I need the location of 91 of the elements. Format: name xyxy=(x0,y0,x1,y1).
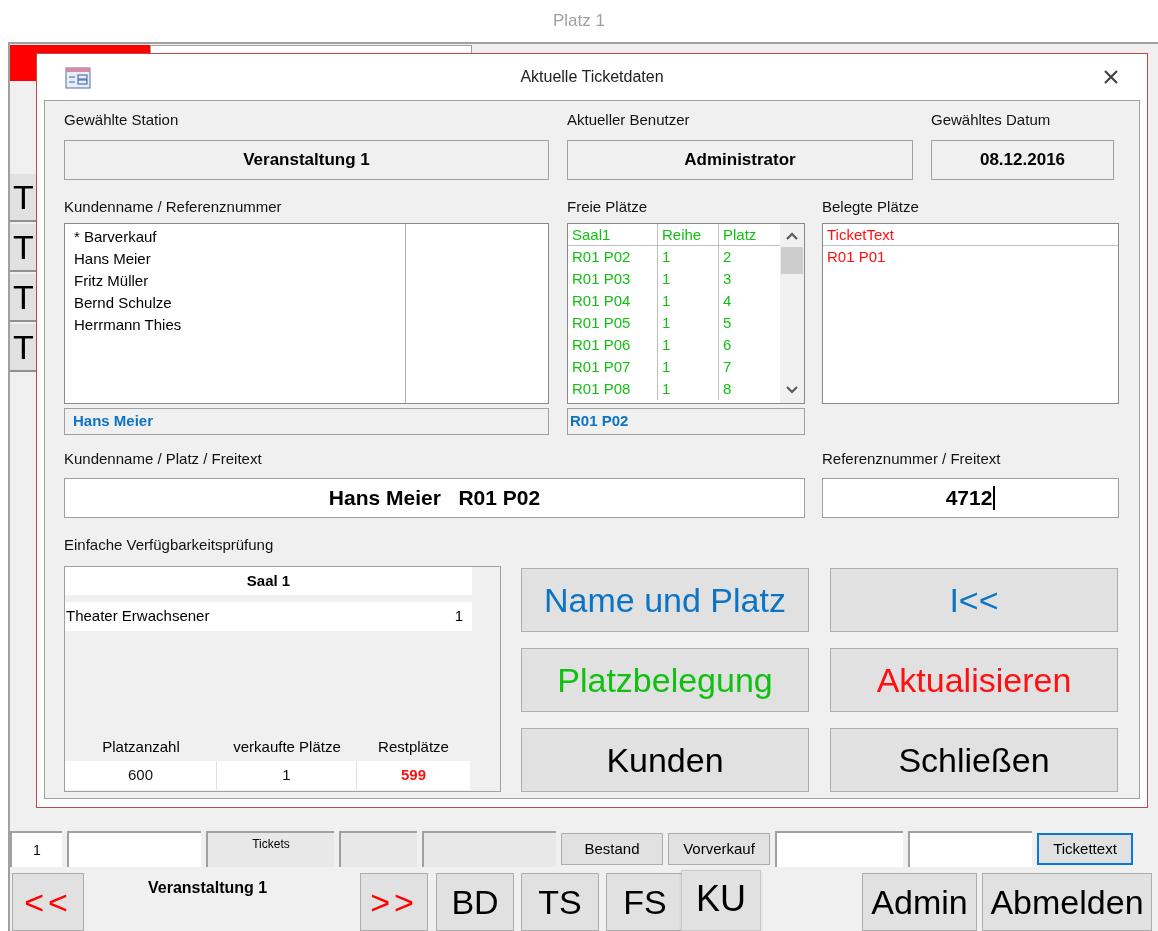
list-item[interactable]: Fritz Müller xyxy=(74,270,405,292)
column-header: TicketText xyxy=(826,225,894,245)
close-icon xyxy=(1103,69,1119,85)
column-header: Platzanzahl xyxy=(101,736,181,757)
scroll-up-icon[interactable] xyxy=(786,232,798,240)
side-button[interactable]: T xyxy=(10,174,37,222)
field-label: Gewählte Station xyxy=(64,110,180,130)
selection-display: Hans Meier xyxy=(64,408,549,435)
tab-button[interactable]: TS xyxy=(521,873,599,931)
seat-table[interactable]: TicketText R01 P01 xyxy=(822,223,1119,404)
field-label: Tickets xyxy=(206,831,334,867)
table-cell: 600 xyxy=(65,761,217,790)
table-cell: R01 P08 xyxy=(568,378,658,400)
table-cell: R01 P02 xyxy=(568,246,658,268)
field-label: Belegte Plätze xyxy=(822,197,920,217)
field-label: Kundenname / Referenznummer xyxy=(64,197,283,217)
tab-button[interactable]: BD xyxy=(436,873,514,931)
action-button[interactable]: Kunden xyxy=(521,728,809,792)
table-cell-text: 5 xyxy=(722,313,733,333)
column-header: Reihe xyxy=(658,224,719,245)
table-cell-text: 8 xyxy=(722,379,733,399)
value-display: Veranstaltung 1 xyxy=(64,140,549,180)
field-label: Kundenname / Platz / Freitext xyxy=(64,449,263,469)
text-cursor xyxy=(993,486,996,510)
table-cell: 599 xyxy=(357,761,470,790)
toolbar-button[interactable]: Bestand xyxy=(561,833,663,865)
scroll-down-icon[interactable] xyxy=(786,386,798,394)
field-label: Aktueller Benutzer xyxy=(567,110,691,130)
table-cell: 1 xyxy=(217,761,357,790)
name-field[interactable]: Hans Meier R01 P02 xyxy=(64,478,805,518)
input-field[interactable] xyxy=(775,831,903,867)
column-header: Platz xyxy=(722,225,758,245)
value-display: Administrator xyxy=(567,140,913,180)
table-cell: 1 xyxy=(658,356,719,378)
table-cell: 1 xyxy=(658,246,719,268)
table-cell-text: R01 P01 xyxy=(826,247,886,267)
table-cell: R01 P04 xyxy=(568,290,658,312)
table-cell: R01 P05 xyxy=(568,312,658,334)
event-label: Veranstaltung 1 xyxy=(148,878,269,898)
table-cell: 1 xyxy=(658,312,719,334)
side-button[interactable]: T xyxy=(10,224,37,272)
action-button[interactable]: Schließen xyxy=(830,728,1118,792)
field-label: Referenznummer / Freitext xyxy=(822,449,1002,469)
table-cell: 1 xyxy=(658,378,719,400)
table-cell: 1 xyxy=(658,290,719,312)
table-cell-text: 7 xyxy=(722,357,733,377)
table-cell-text: 3 xyxy=(722,269,733,289)
field-label: Einfache Verfügbarkeitsprüfung xyxy=(64,535,275,555)
scroll-bar[interactable] xyxy=(780,224,804,403)
tab-button[interactable]: KU xyxy=(681,870,761,931)
action-button[interactable]: Name und Platz xyxy=(521,568,809,632)
column-header: verkaufte Plätze xyxy=(232,736,342,757)
form-icon xyxy=(65,67,91,89)
table-cell: 1 xyxy=(658,268,719,290)
input-field[interactable]: 1 xyxy=(10,831,62,867)
list-item[interactable]: Herrmann Thies xyxy=(74,314,405,336)
value-display: 08.12.2016 xyxy=(931,140,1114,180)
table-cell: R01 P07 xyxy=(568,356,658,378)
toolbar-button[interactable]: Admin xyxy=(862,873,977,931)
column-header: Restplätze xyxy=(377,736,450,757)
reference-field[interactable]: 4712 xyxy=(822,478,1119,518)
table-cell-text: 1 xyxy=(454,606,463,627)
table-header: Saal 1 xyxy=(65,567,472,595)
list-item[interactable]: Bernd Schulze xyxy=(74,292,405,314)
table-cell-text: 2 xyxy=(722,247,733,267)
toolbar-button[interactable]: Tickettext xyxy=(1037,833,1133,865)
field-label: Freie Plätze xyxy=(567,197,649,217)
side-button[interactable]: T xyxy=(10,324,37,372)
input-field[interactable] xyxy=(67,831,201,867)
column-header: Saal1 xyxy=(568,224,658,245)
table-cell-text: 4 xyxy=(722,291,733,311)
field-value: 4712 xyxy=(945,485,993,512)
customer-list[interactable]: * Barverkauf Hans Meier Fritz Müller Bernd Schulze Herrmann Thies xyxy=(64,223,549,404)
table-cell: R01 P06 xyxy=(568,334,658,356)
dialog-title: Aktuelle Ticketdaten xyxy=(520,67,664,87)
tab-button[interactable]: FS xyxy=(606,873,684,931)
list-item[interactable]: Hans Meier xyxy=(74,248,405,270)
side-button[interactable]: T xyxy=(10,274,37,322)
scroll-thumb[interactable] xyxy=(781,247,803,274)
toolbar-button[interactable]: Vorverkauf xyxy=(668,833,770,865)
toolbar-button[interactable]: Abmelden xyxy=(982,873,1152,931)
table-cell: 1 xyxy=(658,334,719,356)
table-cell-text: 6 xyxy=(722,335,733,355)
action-button[interactable]: I<< xyxy=(830,568,1118,632)
list-item[interactable]: * Barverkauf xyxy=(74,226,405,248)
table-cell-text: Theater Erwachsener xyxy=(66,606,210,627)
selection-display: R01 P02 xyxy=(567,408,805,435)
field-label: Gewähltes Datum xyxy=(931,110,1052,130)
window-title: Platz 1 xyxy=(552,10,606,33)
input-field[interactable] xyxy=(908,831,1032,867)
table-cell: R01 P03 xyxy=(568,268,658,290)
